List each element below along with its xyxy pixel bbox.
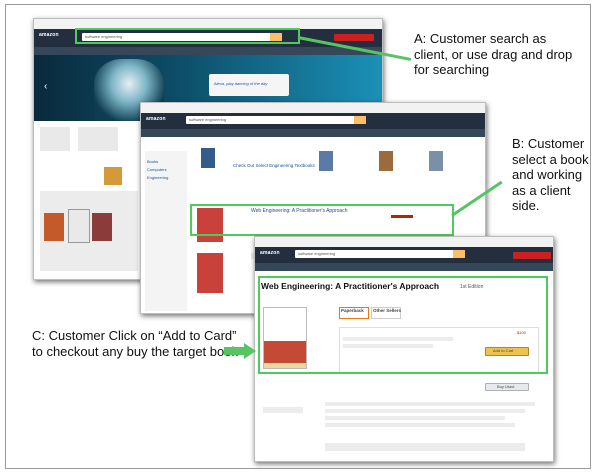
sidebar-link[interactable]: Books [147, 159, 158, 164]
description-line [325, 409, 525, 413]
description-line [325, 416, 505, 420]
sidebar-link[interactable]: Computers [147, 167, 167, 172]
amazon-subnav [34, 47, 382, 55]
share-row [263, 407, 303, 413]
featured-book-2 [319, 151, 333, 171]
featured-book-4 [429, 151, 443, 171]
highlight-search-bar [75, 28, 300, 44]
search-button[interactable] [354, 116, 366, 124]
search-input[interactable]: software engineering [189, 117, 226, 122]
right-arrow-icon [224, 343, 256, 359]
featured-box-title: Check Out Select Engineering Textbooks [233, 163, 315, 168]
annotation-c: C: Customer Click on “Add to Card” to ch… [32, 328, 238, 359]
featured-book-3 [379, 151, 393, 171]
description-line [325, 402, 535, 406]
book-cover-3 [92, 213, 112, 241]
description-line [325, 423, 515, 427]
carousel-left-arrow[interactable]: ‹ [44, 81, 47, 92]
search-bar[interactable]: software engineering [186, 116, 366, 124]
arrow-c [224, 343, 256, 364]
product-card [78, 127, 118, 151]
amazon-logo[interactable]: amazon [39, 32, 59, 38]
book-cover-2 [68, 209, 90, 243]
prime-button[interactable] [334, 34, 374, 41]
search-input[interactable]: software engineering [298, 251, 335, 256]
profile-card [40, 127, 70, 151]
featured-book-1 [201, 148, 215, 168]
book-cover-1 [44, 213, 64, 241]
result-book-cover-2 [197, 253, 223, 293]
annotation-b: B: Customer select a book and working as… [512, 136, 589, 213]
amazon-logo[interactable]: amazon [260, 250, 280, 256]
product-thumbnail [104, 167, 122, 185]
search-bar[interactable]: software engineering [295, 250, 465, 258]
footer-row [325, 443, 525, 451]
annotation-a: A: Customer search as client, or use dra… [414, 31, 573, 77]
sidebar-link[interactable]: Engineering [147, 175, 168, 180]
amazon-logo[interactable]: amazon [146, 116, 166, 122]
amazon-subnav [255, 263, 553, 271]
buy-used-label[interactable]: Buy Used [497, 384, 514, 389]
search-button[interactable] [453, 250, 465, 258]
amazon-subnav [141, 129, 485, 137]
highlight-product-details [258, 276, 548, 374]
highlight-selected-book [190, 204, 454, 236]
hero-text: Alexa, play dancing of the day [214, 81, 268, 86]
prime-button[interactable] [513, 252, 551, 259]
